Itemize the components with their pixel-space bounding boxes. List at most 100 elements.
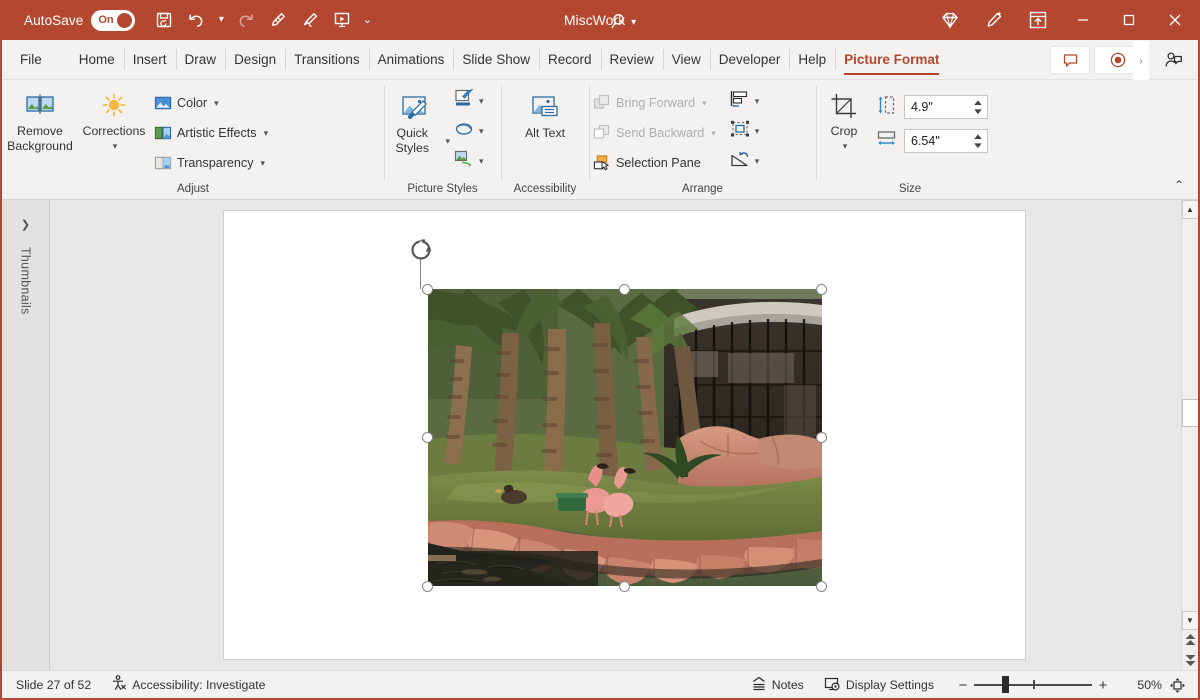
slide-surface[interactable] — [223, 210, 1026, 660]
scroll-down-button[interactable]: ▼ — [1182, 611, 1199, 630]
remove-background-button[interactable]: Remove Background — [2, 84, 78, 154]
picture-effects-button[interactable]: ▾ — [450, 116, 487, 146]
ink-pen-icon[interactable] — [263, 5, 293, 35]
tab-file[interactable]: File — [2, 40, 56, 79]
rotate-dropdown-icon[interactable]: ▾ — [755, 156, 760, 167]
tab-view[interactable]: View — [663, 40, 710, 79]
selection-handle-middle-right[interactable] — [816, 432, 827, 443]
flamingo-habitat-photo[interactable] — [428, 289, 822, 586]
shape-height-spinner[interactable]: ▲▼ — [972, 97, 984, 117]
notes-button[interactable]: Notes — [741, 671, 814, 699]
tab-animations[interactable]: Animations — [369, 40, 454, 79]
picture-border-button[interactable]: ▾ — [450, 86, 487, 116]
group-dropdown-icon[interactable]: ▾ — [755, 126, 760, 137]
tab-review[interactable]: Review — [601, 40, 663, 79]
picture-layout-button[interactable]: ▾ — [450, 146, 487, 176]
corrections-dropdown-icon[interactable]: ▾ — [113, 139, 118, 154]
selection-handle-bottom-center[interactable] — [619, 581, 630, 592]
group-button[interactable]: ▾ — [726, 116, 763, 146]
thumbnails-pane[interactable]: ❯ Thumbnails — [2, 200, 50, 670]
search-icon[interactable] — [607, 8, 633, 34]
bring-forward-dropdown-icon[interactable]: ▾ — [702, 98, 707, 109]
artistic-effects-dropdown-icon[interactable]: ▾ — [264, 128, 269, 139]
slide-canvas[interactable] — [50, 200, 1198, 670]
scroll-track[interactable] — [1182, 219, 1199, 611]
save-icon[interactable] — [149, 5, 179, 35]
selection-pane-button[interactable]: Selection Pane — [589, 148, 720, 178]
expand-thumbnails-icon[interactable]: ❯ — [21, 218, 30, 231]
comments-icon[interactable] — [1050, 46, 1090, 74]
tab-picture-format[interactable]: Picture Format — [835, 40, 948, 79]
selection-handle-top-center[interactable] — [619, 284, 630, 295]
zoom-track[interactable] — [974, 684, 1092, 686]
quick-styles-button[interactable]: Quick Styles ▾ — [384, 84, 450, 156]
tab-design[interactable]: Design — [225, 40, 285, 79]
corrections-button[interactable]: Corrections ▾ — [78, 84, 150, 154]
autosave-toggle[interactable]: On — [91, 10, 135, 31]
tab-draw[interactable]: Draw — [176, 40, 226, 79]
transparency-dropdown-icon[interactable]: ▾ — [261, 158, 266, 169]
customize-qat-icon[interactable]: ⌄ — [359, 5, 375, 35]
close-button[interactable] — [1152, 0, 1198, 40]
selection-handle-bottom-left[interactable] — [422, 581, 433, 592]
tab-home[interactable]: Home — [70, 40, 124, 79]
accessibility-status[interactable]: Accessibility: Investigate — [101, 671, 275, 699]
transparency-button[interactable]: Transparency ▾ — [150, 148, 272, 178]
align-dropdown-icon[interactable]: ▾ — [755, 96, 760, 107]
diamond-icon[interactable] — [928, 0, 972, 40]
align-button[interactable]: ▾ — [726, 86, 763, 116]
maximize-button[interactable] — [1106, 0, 1152, 40]
rotation-handle[interactable] — [408, 237, 434, 263]
vertical-scrollbar[interactable]: ▲ ▼ — [1181, 200, 1198, 670]
shape-width-spinner[interactable]: ▲▼ — [972, 131, 984, 151]
crop-button[interactable]: Crop ▾ — [816, 84, 872, 154]
minimize-button[interactable] — [1060, 0, 1106, 40]
picture-border-dropdown-icon[interactable]: ▾ — [479, 96, 484, 107]
zoom-out-button[interactable]: − — [952, 677, 974, 694]
display-settings-button[interactable]: Display Settings — [814, 671, 944, 699]
scroll-up-button[interactable]: ▲ — [1182, 200, 1199, 219]
tab-transitions[interactable]: Transitions — [285, 40, 369, 79]
send-backward-dropdown-icon[interactable]: ▾ — [711, 128, 716, 139]
scroll-thumb[interactable] — [1182, 399, 1199, 427]
alt-text-button[interactable]: Alt Text — [514, 84, 576, 141]
next-slide-button[interactable] — [1182, 650, 1199, 670]
artistic-effects-button[interactable]: Artistic Effects ▾ — [150, 118, 272, 148]
redo-icon[interactable] — [231, 5, 261, 35]
selection-handle-middle-left[interactable] — [422, 432, 433, 443]
selection-handle-bottom-right[interactable] — [816, 581, 827, 592]
zoom-level-label[interactable]: 50% — [1122, 678, 1162, 692]
zoom-slider[interactable]: − + — [952, 677, 1114, 694]
tab-slide-show[interactable]: Slide Show — [453, 40, 539, 79]
send-backward-button[interactable]: Send Backward ▾ — [589, 118, 720, 148]
record-more-icon[interactable]: › — [1133, 41, 1149, 81]
collapse-ribbon-button[interactable]: ⌃ — [1168, 175, 1190, 195]
picture-layout-dropdown-icon[interactable]: ▾ — [479, 156, 484, 167]
crop-dropdown-icon[interactable]: ▾ — [843, 139, 848, 154]
ribbon-display-icon[interactable] — [1016, 0, 1060, 40]
record-icon[interactable]: › — [1094, 46, 1142, 74]
highlighter-icon[interactable] — [295, 5, 325, 35]
undo-icon[interactable] — [181, 5, 211, 35]
shape-height-input[interactable]: 4.9" ▲▼ — [904, 95, 988, 119]
selection-handle-top-left[interactable] — [422, 284, 433, 295]
share-icon[interactable] — [1154, 46, 1194, 74]
color-dropdown-icon[interactable]: ▾ — [214, 98, 219, 109]
rotate-button[interactable]: ▾ — [726, 146, 763, 176]
previous-slide-button[interactable] — [1182, 630, 1199, 650]
selection-handle-top-right[interactable] — [816, 284, 827, 295]
tab-help[interactable]: Help — [789, 40, 835, 79]
tab-insert[interactable]: Insert — [124, 40, 176, 79]
designer-pen-icon[interactable] — [972, 0, 1016, 40]
zoom-thumb[interactable] — [1002, 676, 1009, 693]
tab-developer[interactable]: Developer — [710, 40, 790, 79]
picture-effects-dropdown-icon[interactable]: ▾ — [479, 126, 484, 137]
zoom-in-button[interactable]: + — [1092, 677, 1114, 694]
start-presentation-icon[interactable] — [327, 5, 357, 35]
fit-slide-to-window-button[interactable] — [1162, 677, 1192, 694]
shape-width-input[interactable]: 6.54" ▲▼ — [904, 129, 988, 153]
undo-dropdown-icon[interactable]: ▾ — [213, 5, 229, 35]
bring-forward-button[interactable]: Bring Forward ▾ — [589, 88, 720, 118]
slide-counter[interactable]: Slide 27 of 52 — [2, 671, 101, 699]
tab-record[interactable]: Record — [539, 40, 601, 79]
